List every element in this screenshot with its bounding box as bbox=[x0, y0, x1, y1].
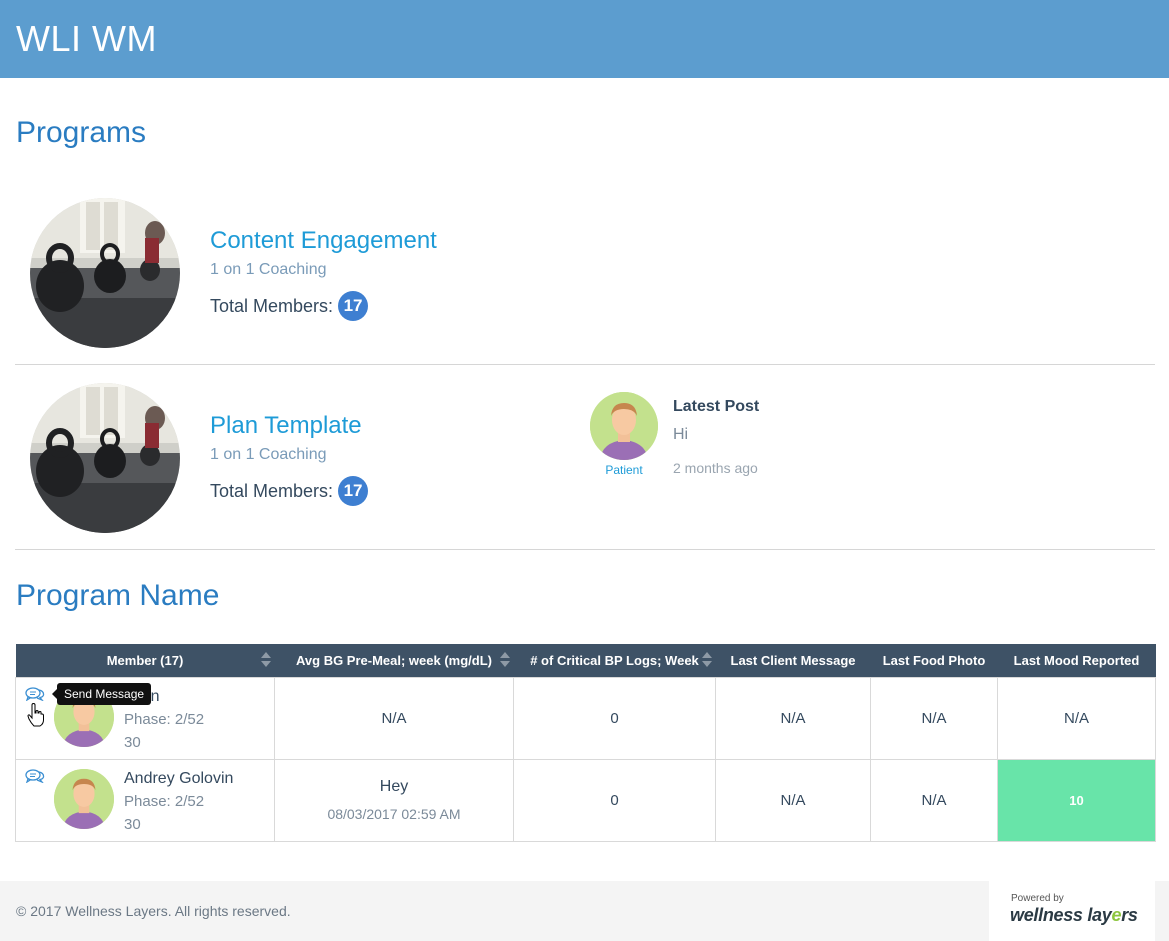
last-message-time: 08/03/2017 02:59 AM bbox=[327, 806, 461, 822]
members-count-badge: 17 bbox=[338, 476, 369, 506]
sort-icon[interactable] bbox=[701, 652, 712, 668]
column-header-last-mood: Last Mood Reported bbox=[997, 644, 1156, 677]
footer: © 2017 Wellness Layers. All rights reser… bbox=[0, 881, 1169, 941]
table-row: Klein Phase: 2/52 30 N/A 0 N/A N/A N/A bbox=[15, 676, 1156, 760]
latest-post-time: 2 months ago bbox=[673, 460, 758, 476]
last-message-text: Hey bbox=[379, 778, 409, 795]
member-days: 30 bbox=[124, 815, 141, 833]
program-row: Content Engagement 1 on 1 Coaching Total… bbox=[15, 180, 1155, 365]
column-header-critical-bp[interactable]: # of Critical BP Logs; Week bbox=[513, 644, 716, 677]
column-header-avg-bg[interactable]: Avg BG Pre-Meal; week (mg/dL) bbox=[274, 644, 514, 677]
patient-label[interactable]: Patient bbox=[590, 463, 658, 477]
column-header-last-food-photo: Last Food Photo bbox=[870, 644, 998, 677]
top-header: WLI WM bbox=[0, 0, 1169, 78]
member-phase: Phase: 2/52 bbox=[124, 792, 205, 810]
program-type: 1 on 1 Coaching bbox=[210, 261, 327, 278]
program-total-members: Total Members: 17 bbox=[210, 291, 369, 321]
last-mood-cell: N/A bbox=[997, 676, 1156, 760]
column-header-last-message: Last Client Message bbox=[715, 644, 871, 677]
avatar[interactable] bbox=[54, 768, 114, 829]
last-message-cell: N/A bbox=[715, 676, 871, 760]
member-days: 30 bbox=[124, 733, 141, 751]
sort-icon[interactable] bbox=[260, 652, 271, 668]
powered-by-logo[interactable]: Powered by wellness layers bbox=[989, 881, 1155, 941]
column-header-member[interactable]: Member (17) bbox=[15, 644, 275, 677]
members-count-badge: 17 bbox=[338, 291, 369, 321]
program-row: Plan Template 1 on 1 Coaching Total Memb… bbox=[15, 365, 1155, 550]
patient-avatar[interactable] bbox=[590, 392, 658, 460]
last-mood-cell: 10 bbox=[997, 758, 1156, 842]
total-members-label: Total Members: bbox=[210, 295, 334, 316]
members-table: Member (17) Avg BG Pre-Meal; week (mg/dL… bbox=[15, 644, 1156, 842]
avg-bg-cell: Hey 08/03/2017 02:59 AM bbox=[274, 758, 514, 842]
program-image bbox=[30, 383, 180, 533]
latest-post-title: Latest Post bbox=[673, 398, 760, 415]
member-name[interactable]: Andrey Golovin bbox=[124, 770, 233, 788]
hand-cursor-icon bbox=[27, 703, 44, 727]
last-message-cell: N/A bbox=[715, 758, 871, 842]
program-type: 1 on 1 Coaching bbox=[210, 446, 327, 463]
program-image bbox=[30, 198, 180, 348]
table-row: Andrey Golovin Phase: 2/52 30 Hey 08/03/… bbox=[15, 758, 1156, 842]
app-title: WLI WM bbox=[16, 18, 157, 59]
program-name-link[interactable]: Content Engagement bbox=[210, 227, 437, 255]
send-message-tooltip: Send Message bbox=[51, 683, 152, 705]
program-name-title: Program Name bbox=[16, 579, 220, 612]
table-header-row: Member (17) Avg BG Pre-Meal; week (mg/dL… bbox=[15, 644, 1156, 677]
member-cell: Andrey Golovin Phase: 2/52 30 bbox=[15, 758, 275, 842]
latest-post-body: Hi bbox=[673, 426, 689, 443]
critical-bp-cell: 0 bbox=[513, 676, 716, 760]
program-name-link[interactable]: Plan Template bbox=[210, 412, 362, 440]
critical-bp-cell: 0 bbox=[513, 758, 716, 842]
powered-by-text: Powered by bbox=[1011, 893, 1064, 904]
program-total-members: Total Members: 17 bbox=[210, 476, 369, 506]
wellness-layers-logo: wellness layers bbox=[1010, 905, 1138, 925]
programs-title: Programs bbox=[16, 116, 147, 149]
member-phase: Phase: 2/52 bbox=[124, 710, 205, 728]
chat-bubbles-icon[interactable] bbox=[25, 686, 45, 701]
copyright-text: © 2017 Wellness Layers. All rights reser… bbox=[16, 903, 291, 919]
avg-bg-cell: N/A bbox=[274, 676, 514, 760]
last-food-photo-cell: N/A bbox=[870, 676, 998, 760]
chat-bubbles-icon[interactable] bbox=[25, 768, 45, 783]
total-members-label: Total Members: bbox=[210, 480, 334, 501]
last-food-photo-cell: N/A bbox=[870, 758, 998, 842]
sort-icon[interactable] bbox=[499, 652, 510, 668]
